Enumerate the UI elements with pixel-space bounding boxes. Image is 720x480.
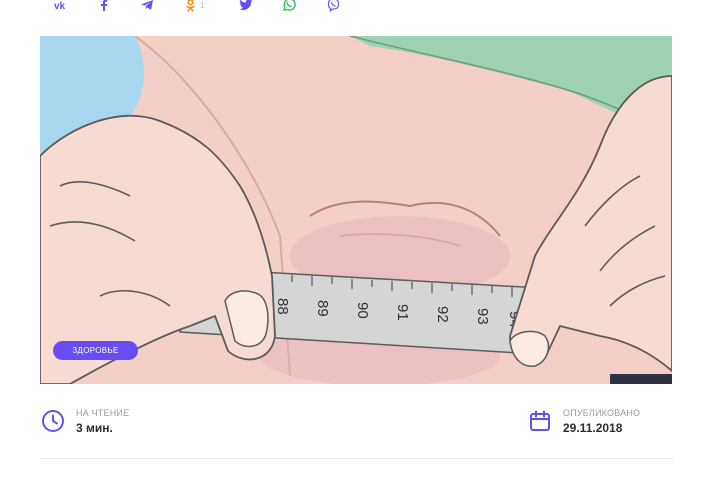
- whatsapp-icon: [282, 0, 296, 12]
- published-label: ОПУБЛИКОВАНО: [563, 408, 641, 418]
- telegram-icon: [140, 0, 154, 11]
- share-count: 1: [200, 0, 205, 10]
- article-hero-image: 88 89 90 91 92 93 94: [40, 36, 672, 384]
- tape-number: 88: [274, 298, 291, 315]
- tape-number: 91: [394, 304, 411, 321]
- published-date: ОПУБЛИКОВАНО 29.11.2018: [527, 408, 640, 436]
- category-tag[interactable]: ЗДОРОВЬЕ: [53, 341, 138, 360]
- clock-icon: [40, 408, 66, 434]
- calendar-icon: [527, 408, 553, 434]
- tape-number: 92: [434, 306, 451, 323]
- share-whatsapp-button[interactable]: [282, 0, 296, 12]
- share-viber-button[interactable]: [327, 0, 340, 12]
- reading-time-value: 3 мин.: [76, 421, 113, 435]
- published-value: 29.11.2018: [563, 421, 623, 435]
- share-facebook-button[interactable]: [100, 0, 108, 12]
- tape-number: 90: [354, 302, 371, 319]
- share-telegram-button[interactable]: [140, 0, 154, 12]
- tape-number: 89: [314, 300, 331, 317]
- share-twitter-button[interactable]: [239, 0, 253, 12]
- tape-number: 93: [474, 308, 491, 325]
- share-vk-button[interactable]: vk: [54, 0, 70, 12]
- svg-text:vk: vk: [54, 1, 66, 10]
- facebook-icon: [100, 0, 108, 11]
- share-odnoklassniki-button[interactable]: 1: [186, 0, 204, 12]
- vk-icon: vk: [54, 0, 70, 10]
- divider: [40, 458, 674, 459]
- odnoklassniki-icon: [186, 0, 195, 12]
- reading-time: НА ЧТЕНИЕ 3 мин.: [40, 408, 129, 436]
- viber-icon: [327, 0, 340, 12]
- twitter-icon: [239, 0, 253, 11]
- reading-time-label: НА ЧТЕНИЕ: [76, 408, 130, 418]
